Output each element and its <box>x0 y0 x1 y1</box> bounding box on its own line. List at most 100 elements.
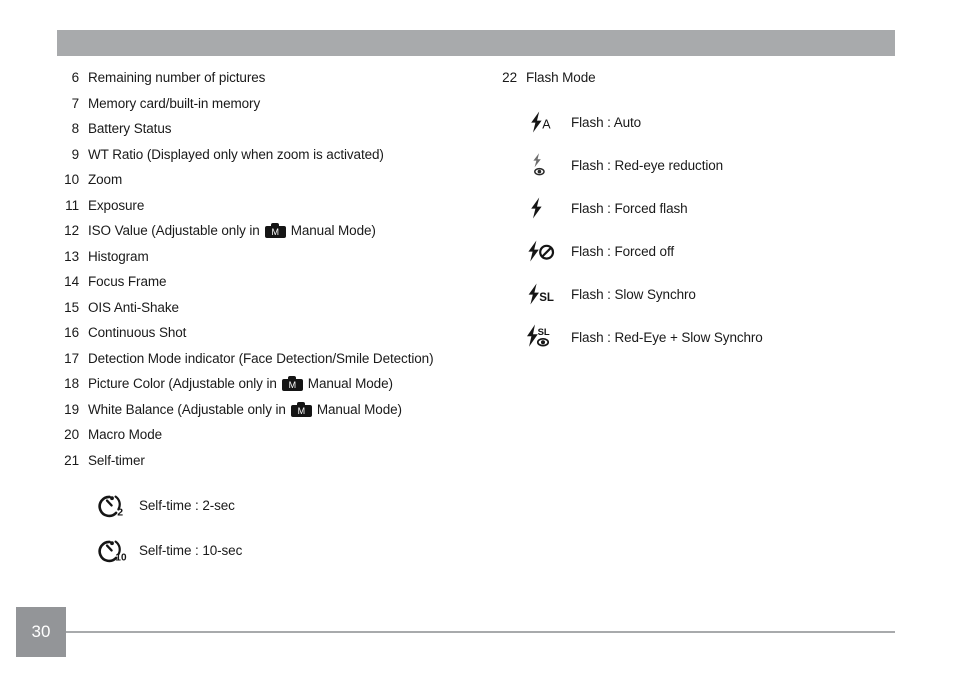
list-item-label: Exposure <box>88 197 145 213</box>
list-item: 16 Continuous Shot <box>57 325 487 351</box>
stopwatch-10sec-icon: 10 <box>87 536 139 566</box>
list-item-text: Continuous Shot <box>88 325 186 340</box>
flash-mode-row: Flash : Forced flash <box>495 187 915 230</box>
flash-slow-synchro-icon: SL <box>519 282 567 306</box>
list-item-number: 13 <box>64 248 79 264</box>
list-item-number: 16 <box>64 325 79 340</box>
left-column: 6 Remaining number of pictures 7 Memory … <box>57 70 487 572</box>
list-item-text: Zoom <box>88 172 122 187</box>
flash-mode-row: Flash : Forced off <box>495 230 915 273</box>
list-item-label: Self-timer <box>88 452 145 468</box>
list-item-number: 11 <box>65 197 79 213</box>
camera-icon-letter: M <box>288 380 297 390</box>
list-item-label: Continuous Shot <box>88 325 187 340</box>
list-item-label-after: Manual Mode) <box>307 376 393 391</box>
page-header-band <box>57 30 895 56</box>
list-item: 11 Exposure <box>57 198 487 224</box>
list-item-label: Flash Mode <box>526 70 596 85</box>
list-item-text: Self-timer <box>88 453 145 468</box>
list-item-text: ISO Value (Adjustable only in M Manual M… <box>88 223 376 238</box>
list-item-text: WT Ratio (Displayed only when zoom is ac… <box>88 147 384 162</box>
self-timer-mode-row: 2 Self-time : 2-sec <box>57 484 487 527</box>
list-item-label: Battery Status <box>88 121 172 136</box>
camera-manual-mode-icon: M <box>290 401 312 417</box>
list-item-text: Macro Mode <box>88 427 162 442</box>
self-timer-mode-label: Self-time : 10-sec <box>139 543 243 558</box>
flash-mode-label: Flash : Auto <box>571 114 642 130</box>
list-item-label-before: ISO Value (Adjustable only in <box>88 223 260 238</box>
camera-manual-mode-icon: M <box>264 223 286 238</box>
list-item-number: 9 <box>71 146 80 162</box>
list-item-text: Focus Frame <box>88 274 167 289</box>
list-item-label-after: Manual Mode) <box>316 401 402 417</box>
list-item-text: Histogram <box>88 249 149 264</box>
svg-text:A: A <box>542 117 551 131</box>
list-item-text: Remaining number of pictures <box>88 70 265 85</box>
flash-mode-row: SL Flash : Red-Eye + Slow Synchro <box>495 316 915 359</box>
flash-red-eye-slow-synchro-icon: SL <box>519 323 567 351</box>
list-item-text: OIS Anti-Shake <box>88 300 179 315</box>
list-item-number: 19 <box>64 401 79 417</box>
list-item-label: OIS Anti-Shake <box>88 299 179 315</box>
list-item-number: 15 <box>64 299 79 315</box>
flash-mode-label: Flash : Red-Eye + Slow Synchro <box>571 329 763 345</box>
flash-forced-flash-icon <box>519 196 567 220</box>
list-item-text: Picture Color (Adjustable only in M Manu… <box>88 376 393 391</box>
flash-mode-label: Flash : Red-eye reduction <box>571 157 724 173</box>
page-number-box: 30 <box>16 607 66 657</box>
footer-rule <box>66 631 895 633</box>
list-item: 18 Picture Color (Adjustable only in M M… <box>57 376 487 402</box>
list-item-number: 17 <box>64 350 79 366</box>
list-item: 15 OIS Anti-Shake <box>57 300 487 326</box>
list-item-label: Remaining number of pictures <box>88 70 266 85</box>
list-item-number: 12 <box>64 223 79 238</box>
list-item: 22 Flash Mode <box>495 70 915 96</box>
list-item-label: Focus Frame <box>88 274 167 289</box>
list-item: 8 Battery Status <box>57 121 487 147</box>
right-column: 22 Flash Mode A Flash : Auto Flash : Red… <box>495 70 915 359</box>
svg-text:2: 2 <box>117 506 123 518</box>
list-item: 20 Macro Mode <box>57 427 487 453</box>
list-item: 21 Self-timer <box>57 453 487 479</box>
list-item-label: Detection Mode indicator (Face Detection… <box>88 350 434 366</box>
list-item-text: Exposure <box>88 198 144 213</box>
camera-icon-letter: M <box>297 405 306 416</box>
flash-red-eye-reduction-icon <box>519 152 567 178</box>
camera-icon-letter: M <box>271 227 280 237</box>
list-item-label-before: Picture Color (Adjustable only in <box>88 376 277 391</box>
list-item-number: 7 <box>71 95 80 111</box>
list-item: 17 Detection Mode indicator (Face Detect… <box>57 351 487 377</box>
list-item-label: WT Ratio (Displayed only when zoom is ac… <box>88 146 384 162</box>
flash-mode-row: A Flash : Auto <box>495 101 915 144</box>
list-item-label: Zoom <box>88 172 123 187</box>
list-item-text: Memory card/built-in memory <box>88 96 260 111</box>
stopwatch-2sec-icon: 2 <box>87 491 139 521</box>
list-item-number: 10 <box>64 172 79 187</box>
list-item-number: 21 <box>64 452 79 468</box>
list-item: 13 Histogram <box>57 249 487 275</box>
svg-text:SL: SL <box>539 292 554 304</box>
flash-mode-row: SL Flash : Slow Synchro <box>495 273 915 316</box>
list-item-label: Macro Mode <box>88 427 163 442</box>
list-item-label-after: Manual Mode) <box>290 223 376 238</box>
list-item-number: 18 <box>64 376 79 391</box>
svg-text:10: 10 <box>115 552 127 563</box>
list-item-number: 6 <box>71 70 80 85</box>
list-item-number: 8 <box>71 121 80 136</box>
flash-mode-label: Flash : Slow Synchro <box>571 286 696 302</box>
list-item-text: Flash Mode <box>526 70 596 85</box>
list-item: 10 Zoom <box>57 172 487 198</box>
flash-forced-off-icon <box>519 239 567 263</box>
flash-mode-label: Flash : Forced off <box>571 243 674 259</box>
list-item: 14 Focus Frame <box>57 274 487 300</box>
list-item-text: White Balance (Adjustable only in M Manu… <box>88 401 402 417</box>
list-item: 7 Memory card/built-in memory <box>57 96 487 122</box>
svg-text:SL: SL <box>538 327 550 338</box>
list-item-text: Battery Status <box>88 121 171 136</box>
flash-auto-icon: A <box>519 110 567 134</box>
flash-mode-row: Flash : Red-eye reduction <box>495 144 915 187</box>
list-item-label: Memory card/built-in memory <box>88 95 261 111</box>
list-item-label-before: White Balance (Adjustable only in <box>88 401 286 417</box>
list-item: 6 Remaining number of pictures <box>57 70 487 96</box>
list-item-number: 20 <box>64 427 79 442</box>
